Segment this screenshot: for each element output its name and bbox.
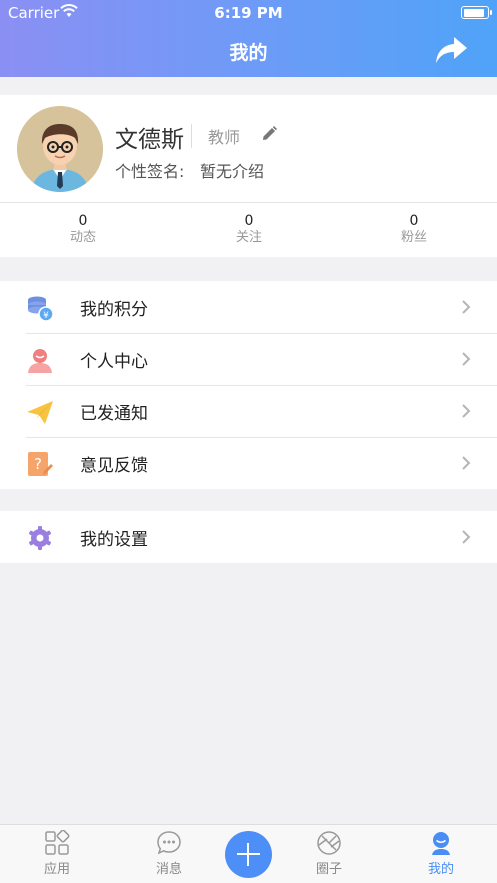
menu-item-feedback[interactable]: ? 意见反馈 — [0, 437, 497, 489]
profile-card: 文德斯 教师 个性签名: 暂无介绍 0 动态 0 关注 0 粉丝 — [0, 95, 497, 257]
feedback-icon: ? — [28, 452, 53, 476]
gear-icon — [28, 526, 52, 550]
chevron-right-icon — [462, 456, 471, 470]
share-icon[interactable] — [433, 32, 469, 68]
chat-bubble-icon — [157, 831, 181, 855]
tab-circle[interactable]: 圈子 — [299, 830, 359, 877]
add-button[interactable] — [225, 831, 272, 878]
stat-count: 0 — [78, 213, 88, 229]
menu-label: 我的设置 — [80, 530, 148, 550]
user-name: 文德斯 — [115, 127, 184, 153]
stat-count: 0 — [409, 213, 419, 229]
stat-following[interactable]: 0 关注 — [166, 213, 332, 247]
avatar[interactable] — [17, 106, 103, 192]
tab-bar: 应用 消息 圈子 我的 — [0, 824, 497, 883]
svg-text:?: ? — [34, 455, 42, 473]
menu-label: 个人中心 — [80, 352, 148, 372]
apps-grid-icon — [45, 830, 70, 855]
user-role: 教师 — [208, 128, 241, 147]
tab-messages[interactable]: 消息 — [139, 830, 199, 877]
app-header: Carrier 6:19 PM 我的 — [0, 0, 497, 77]
menu-group-main: ¥ 我的积分 个人中心 已发通知 ? 意见反馈 — [0, 281, 497, 489]
chevron-right-icon — [462, 404, 471, 418]
status-time: 6:19 PM — [214, 4, 283, 22]
stat-count: 0 — [244, 213, 254, 229]
chevron-right-icon — [462, 530, 471, 544]
tab-apps[interactable]: 应用 — [27, 830, 87, 877]
signature-value: 暂无介绍 — [200, 162, 265, 181]
page-title: 我的 — [229, 42, 268, 64]
stat-followers[interactable]: 0 粉丝 — [331, 213, 497, 247]
stat-label: 动态 — [69, 230, 96, 245]
tab-label: 应用 — [43, 862, 70, 877]
coins-icon: ¥ — [28, 296, 54, 322]
stat-posts[interactable]: 0 动态 — [0, 213, 166, 247]
menu-item-sent-notices[interactable]: 已发通知 — [0, 385, 497, 437]
menu-item-personal-center[interactable]: 个人中心 — [0, 333, 497, 385]
menu-label: 已发通知 — [80, 404, 148, 424]
edit-icon[interactable] — [260, 125, 278, 143]
tab-label: 我的 — [427, 862, 454, 877]
status-bar: Carrier 6:19 PM — [0, 0, 497, 26]
tab-label: 消息 — [155, 862, 182, 877]
paper-plane-icon — [27, 401, 53, 424]
user-profile-icon — [432, 832, 450, 855]
signature-label: 个性签名: — [115, 162, 185, 181]
chevron-right-icon — [462, 300, 471, 314]
svg-text:¥: ¥ — [43, 311, 49, 321]
chevron-right-icon — [462, 352, 471, 366]
tab-mine[interactable]: 我的 — [411, 830, 471, 877]
divider — [0, 202, 497, 203]
menu-label: 我的积分 — [80, 300, 148, 320]
stat-label: 关注 — [235, 230, 262, 245]
user-icon — [28, 349, 52, 373]
divider — [191, 124, 192, 148]
menu-item-points[interactable]: ¥ 我的积分 — [0, 281, 497, 333]
aperture-icon — [317, 831, 341, 855]
battery-icon — [461, 6, 492, 19]
menu-group-settings: 我的设置 — [0, 511, 497, 563]
stat-label: 粉丝 — [400, 230, 427, 245]
menu-item-settings[interactable]: 我的设置 — [0, 511, 497, 563]
menu-label: 意见反馈 — [80, 456, 148, 476]
avatar-illustration — [17, 106, 103, 192]
tab-label: 圈子 — [315, 862, 342, 877]
